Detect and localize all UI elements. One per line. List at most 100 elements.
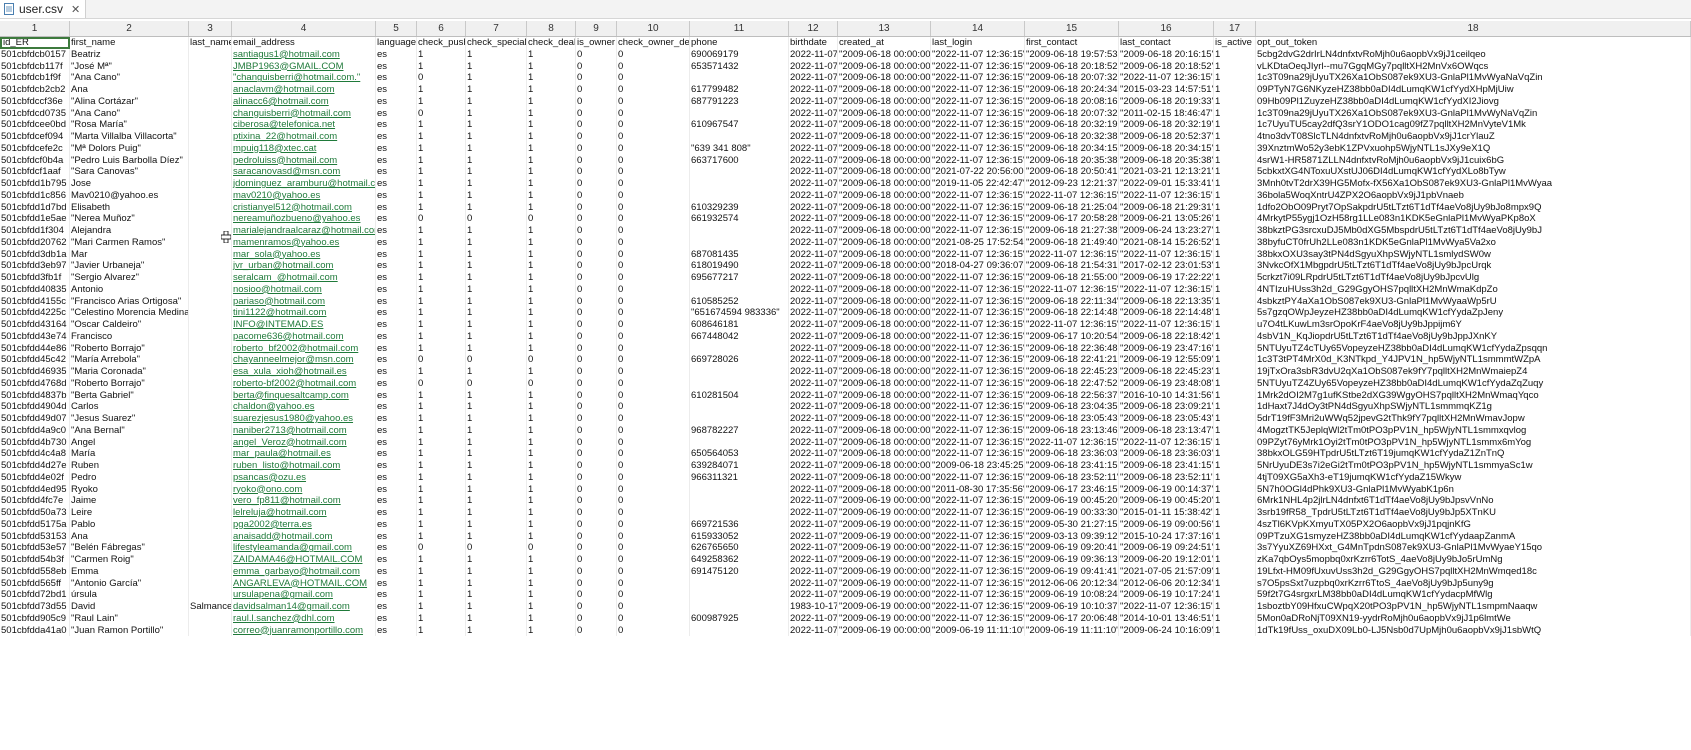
cell[interactable]: "2009-06-19 12:55:09" (1119, 354, 1214, 366)
cell[interactable]: "2022-11-07 12:36:15" (1119, 248, 1214, 261)
cell[interactable]: 1 (466, 307, 527, 319)
cell[interactable]: "2009-06-18 00:00:00" (838, 236, 931, 249)
cell[interactable]: 1 (466, 272, 527, 284)
cell[interactable]: "2009-06-18 00:00:00" (838, 307, 931, 319)
cell[interactable]: "Ana Cano" (70, 72, 189, 84)
column-number-7[interactable]: 7 (466, 21, 527, 36)
column-number-17[interactable]: 17 (1214, 21, 1256, 36)
cell[interactable]: 1 (527, 530, 576, 543)
cell[interactable] (189, 413, 232, 425)
cell[interactable]: 1 (527, 319, 576, 331)
cell[interactable]: 0 (617, 377, 690, 390)
cell[interactable]: "2022-11-07 12:36:15" (931, 589, 1025, 601)
cell[interactable]: "2009-06-19 09:00:56" (1119, 518, 1214, 531)
cell[interactable]: "2009-06-20 19:12:01" (1119, 554, 1214, 566)
column-number-9[interactable]: 9 (576, 21, 617, 36)
cell[interactable]: 2022-11-07 (789, 530, 838, 543)
cell[interactable]: 1 (527, 483, 576, 496)
cell[interactable]: es (376, 72, 417, 84)
cell[interactable]: "2014-10-01 13:46:51" (1119, 612, 1214, 625)
cell[interactable] (189, 131, 232, 143)
cell[interactable]: "2009-06-18 23:52:11" (1119, 471, 1214, 484)
cell[interactable]: pariaso@hotmail.com (232, 295, 376, 308)
cell[interactable]: 1 (466, 577, 527, 590)
cell[interactable]: es (376, 530, 417, 543)
cell[interactable]: "Carmen Roig" (70, 554, 189, 566)
cell[interactable]: lifestyleamanda@gmail.com (232, 542, 376, 554)
cell[interactable]: mpuig118@xtec.cat (232, 142, 376, 155)
cell[interactable]: "2022-11-07 12:36:15" (931, 189, 1025, 202)
cell[interactable]: 2022-11-07 (789, 84, 838, 96)
cell[interactable]: 5NrUyuDE3s7i2eGi2tTm0tPO3pPV1N_hp5WjyNTL… (1256, 460, 1691, 472)
cell[interactable]: 2022-11-07 (789, 72, 838, 84)
header-cell[interactable]: check_special (466, 37, 527, 49)
cell[interactable] (189, 389, 232, 402)
cell[interactable]: 0 (576, 213, 617, 225)
cell[interactable]: 1 (527, 624, 576, 637)
cell[interactable]: 1 (1214, 84, 1256, 96)
cell[interactable]: David (70, 601, 189, 613)
header-cell[interactable]: birthdate (789, 37, 838, 49)
cell[interactable]: 0 (576, 577, 617, 590)
cell[interactable]: 650564053 (690, 448, 789, 460)
cell[interactable]: 2022-11-07 (789, 401, 838, 413)
cell[interactable]: 501cbfdda41a0 (0, 624, 70, 637)
cell[interactable]: 1 (417, 612, 466, 625)
cell[interactable]: 1 (1214, 189, 1256, 202)
cell[interactable] (189, 307, 232, 319)
cell[interactable]: 1 (417, 342, 466, 355)
cell[interactable]: es (376, 589, 417, 601)
cell[interactable]: roberto_bf2002@hotmail.com (232, 342, 376, 355)
cell[interactable] (189, 119, 232, 131)
cell[interactable]: 0 (617, 460, 690, 472)
cell[interactable]: 2022-11-07 (789, 119, 838, 131)
cell[interactable]: 2022-11-07 (789, 589, 838, 601)
cell[interactable]: 0 (576, 565, 617, 578)
cell[interactable]: suarezjesus1980@yahoo.es (232, 413, 376, 425)
cell[interactable]: "2009-06-18 20:19:33" (1119, 95, 1214, 108)
cell[interactable]: Ruben (70, 460, 189, 472)
cell[interactable]: Ana (70, 84, 189, 96)
cell[interactable]: María (70, 448, 189, 460)
cell[interactable]: 501cbfdcb117f (0, 60, 70, 73)
cell[interactable]: es (376, 377, 417, 390)
cell[interactable]: 1 (1214, 107, 1256, 120)
cell[interactable]: naniber2713@hotmail.com (232, 424, 376, 437)
cell[interactable]: 1 (1214, 272, 1256, 284)
cell[interactable]: 0 (617, 72, 690, 84)
cell[interactable]: 0 (576, 142, 617, 155)
cell[interactable]: "2009-06-18 00:00:00" (838, 460, 931, 472)
cell[interactable]: 639284071 (690, 460, 789, 472)
cell[interactable]: 1 (466, 507, 527, 519)
cell[interactable]: "2012-06-06 20:12:34" (1119, 577, 1214, 590)
cell[interactable]: 1 (466, 436, 527, 449)
cell[interactable]: raul.l.sanchez@dhl.com (232, 612, 376, 625)
cell[interactable]: 1 (1214, 542, 1256, 554)
cell[interactable]: 0 (617, 565, 690, 578)
cell[interactable]: "2009-06-19 00:00:00" (838, 612, 931, 625)
cell[interactable]: 0 (617, 107, 690, 120)
cell[interactable]: 1 (466, 295, 527, 308)
cell[interactable]: "changuisberri@hotmail.com." (232, 72, 376, 84)
cell[interactable]: 0 (576, 307, 617, 319)
cell[interactable] (189, 342, 232, 355)
cell[interactable]: 1 (1214, 460, 1256, 472)
cell[interactable] (189, 542, 232, 554)
cell[interactable]: "2022-11-07 12:36:15" (931, 248, 1025, 261)
cell[interactable]: es (376, 471, 417, 484)
cell[interactable]: Emma (70, 565, 189, 578)
cell[interactable]: 5cbg2dvG2drIrLN4dnfxtvRoMjh0u6aopbVx9jJ1… (1256, 48, 1691, 61)
cell[interactable]: 0 (576, 248, 617, 261)
cell[interactable]: 501cbfdd4d27e (0, 460, 70, 472)
cell[interactable]: 1 (527, 248, 576, 261)
cell[interactable]: 501cbfdd44e86 (0, 342, 70, 355)
cell[interactable]: 501cbfdd4768d (0, 377, 70, 390)
cell[interactable]: es (376, 612, 417, 625)
cell[interactable]: "Pedro Luis Barbolla Díez" (70, 154, 189, 167)
cell[interactable]: Antonio (70, 283, 189, 296)
cell[interactable]: 3NvkcOfX1MbgpdrU5tLTzt6T1dTf4aeVo8jUy9bJ… (1256, 260, 1691, 272)
cell[interactable]: es (376, 154, 417, 167)
cell[interactable]: 501cbfdd46935 (0, 366, 70, 378)
cell[interactable]: 59f2t7G4srgxrLM38bb0aDI4dLumqKW1cfYydacp… (1256, 589, 1691, 601)
cell[interactable]: "2022-11-07 12:36:15" (931, 295, 1025, 308)
